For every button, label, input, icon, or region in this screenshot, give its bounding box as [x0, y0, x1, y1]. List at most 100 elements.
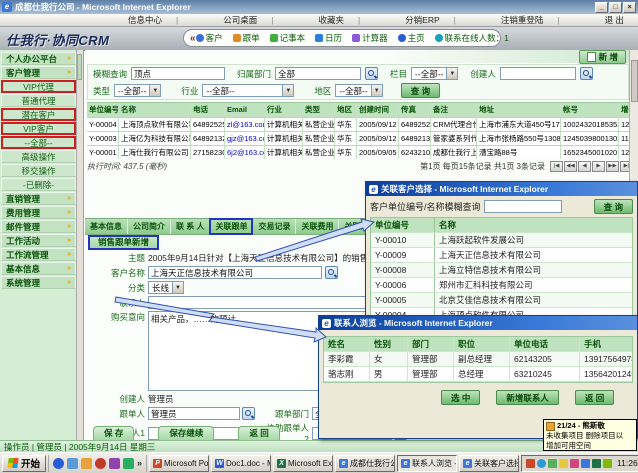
table-row[interactable]: Y-00001 上海仕我行有限公司 27158230 6j2@163.com 计…: [87, 146, 633, 159]
menu-item[interactable]: 注销重登陆 |: [501, 14, 560, 26]
sidebar-item[interactable]: 直销管理 »: [1, 192, 76, 205]
taskbar-window-button[interactable]: X Microsoft Excel...: [273, 455, 333, 472]
dept-magnifier-icon[interactable]: [365, 67, 378, 80]
taskbar-window-button[interactable]: P Microsoft Powe...: [149, 455, 209, 472]
menu-item-label[interactable]: 退 出: [605, 14, 624, 26]
toolbar-item[interactable]: 记事本: [270, 32, 306, 44]
toolbar-item[interactable]: 联系: [435, 32, 462, 44]
search-button[interactable]: 查 询: [401, 83, 440, 98]
quick-launch-more-icon[interactable]: »: [137, 458, 142, 468]
type-select[interactable]: --全部-- ▼: [114, 84, 161, 97]
contact-row[interactable]: 骆志刚 男 管理部 总经理 63210245 13564201245: [324, 367, 632, 382]
add-contact-button[interactable]: 新增联系人: [496, 390, 559, 405]
taskbar-window-button[interactable]: e 关联客户选择...: [459, 455, 519, 472]
detail-tab[interactable]: 基本信息: [85, 219, 128, 234]
tracker-magnifier-icon[interactable]: [242, 407, 255, 420]
tray-icon[interactable]: [559, 459, 568, 468]
detail-tab[interactable]: 关联跟单: [210, 219, 253, 234]
table-header-cell[interactable]: 电话: [191, 103, 225, 117]
creator-input[interactable]: [500, 67, 576, 80]
sidebar-item[interactable]: 系统管理 »: [1, 276, 76, 289]
customer-row[interactable]: Y-00009 上海天正信息技术有限公司: [371, 248, 632, 263]
quick-launch-icon[interactable]: [53, 458, 64, 469]
email-link[interactable]: gjz@163.com: [225, 132, 265, 145]
minimize-button[interactable]: _: [595, 2, 608, 13]
column-select[interactable]: --全部-- ▼: [411, 67, 458, 80]
sidebar-item[interactable]: 费用管理 »: [1, 206, 76, 219]
dept-input[interactable]: [275, 67, 361, 80]
popup-query-input[interactable]: [484, 200, 562, 213]
tray-icon[interactable]: [537, 459, 546, 468]
sidebar-item[interactable]: 基本信息 »: [1, 262, 76, 275]
sidebar-item[interactable]: 移交操作 »: [1, 164, 76, 177]
taskbar-window-button[interactable]: W Doc1.doc - Micr...: [211, 455, 271, 472]
customer-input[interactable]: [148, 266, 322, 279]
popup-search-button[interactable]: 查 询: [594, 199, 633, 214]
sidebar-item[interactable]: --全部-- »: [1, 136, 76, 149]
sidebar-item[interactable]: 工作流管理 »: [1, 248, 76, 261]
toolbar-item[interactable]: 日历: [315, 32, 342, 44]
detail-tab[interactable]: 公司简介: [128, 219, 171, 234]
sidebar-item[interactable]: 邮件管理 »: [1, 220, 76, 233]
contact-input[interactable]: [148, 296, 370, 309]
toolbar-item[interactable]: 跟单: [233, 32, 260, 44]
table-header-cell[interactable]: 单位编号: [87, 103, 119, 117]
quick-launch-icon[interactable]: [123, 458, 134, 469]
tray-icon[interactable]: [603, 459, 612, 468]
sidebar-item[interactable]: -已删除- »: [1, 178, 76, 191]
customer-row[interactable]: Y-00008 上海立特信息技术有限公司: [371, 263, 632, 278]
sidebar-item[interactable]: 个人办公平台 »: [1, 52, 76, 65]
menu-item-label[interactable]: 注销重登陆: [501, 14, 544, 26]
tray-icon[interactable]: [526, 459, 535, 468]
customer-row[interactable]: Y-00006 郑州市汇科科技有限公司: [371, 278, 632, 293]
tray-icon[interactable]: [592, 459, 601, 468]
customer-row[interactable]: Y-00010 上海跃起软件发展公司: [371, 233, 632, 248]
menu-item-label[interactable]: 信息中心: [128, 14, 162, 26]
menu-item-label[interactable]: 收藏夹: [318, 14, 344, 26]
customer-row[interactable]: Y-00005 北京艾佳信息技术有限公司: [371, 293, 632, 308]
return-button[interactable]: 返 回: [575, 390, 614, 405]
pager-nav-icon[interactable]: ◀◀: [564, 161, 577, 172]
pager-nav-icon[interactable]: ▶▶: [606, 161, 619, 172]
sidebar-item[interactable]: 客户管理 »: [1, 66, 76, 79]
taskbar-window-button[interactable]: e 联系人浏览 -...: [397, 455, 457, 472]
save-continue-button[interactable]: 保存继续: [158, 426, 214, 440]
quick-launch-icon[interactable]: [109, 458, 120, 469]
table-header-cell[interactable]: 名称: [119, 103, 191, 117]
industry-select[interactable]: --全部-- ▼: [202, 84, 294, 97]
table-header-cell[interactable]: 行业: [265, 103, 303, 117]
category-select[interactable]: 长线 ▼: [148, 281, 184, 294]
sidebar-item[interactable]: VIP客户 »: [1, 122, 76, 135]
contact-row[interactable]: 李彩霞 女 管理部 副总经理 62143205 13917564978: [324, 352, 632, 367]
menu-item[interactable]: 信息中心 |: [128, 14, 178, 26]
sidebar-item[interactable]: 潜在客户 »: [1, 108, 76, 121]
menu-item[interactable]: 公司桌面 |: [223, 14, 273, 26]
detail-tab[interactable]: 联 系 人: [171, 219, 210, 234]
close-button[interactable]: ×: [623, 2, 636, 13]
tray-icon[interactable]: [548, 459, 557, 468]
tracker-input[interactable]: [148, 407, 240, 420]
pager-nav-icon[interactable]: ◀: [578, 161, 591, 172]
sidebar-item[interactable]: 工作活动 »: [1, 234, 76, 247]
popup-title-bar[interactable]: e 联系人浏览 - Microsoft Internet Explorer: [319, 316, 637, 330]
pager-nav-icon[interactable]: ▶: [592, 161, 605, 172]
table-row[interactable]: Y-00004 上海顶点软件有限公司 64892525 zl@163.com 计…: [87, 118, 633, 132]
maximize-button[interactable]: □: [609, 2, 622, 13]
email-link[interactable]: zl@163.com: [225, 118, 265, 131]
menu-item[interactable]: 收藏夹 |: [318, 14, 360, 26]
popup-title-bar[interactable]: e 关联客户选择 - Microsoft Internet Explorer: [366, 182, 637, 196]
table-header-cell[interactable]: 类型: [303, 103, 335, 117]
sidebar-scrollbar[interactable]: [76, 50, 83, 440]
main-scroll-thumb[interactable]: [631, 60, 638, 102]
start-button[interactable]: 开始: [2, 455, 46, 472]
email-link[interactable]: 6j2@163.com: [225, 146, 265, 159]
menu-item-label[interactable]: 分销ERP: [405, 14, 439, 26]
sidebar-item[interactable]: 高级操作 »: [1, 150, 76, 163]
table-header-cell[interactable]: 地址: [477, 103, 561, 117]
detail-tab[interactable]: 交易记录: [253, 219, 296, 234]
menu-item[interactable]: 分销ERP |: [405, 14, 456, 26]
detail-tab[interactable]: 关联费用: [296, 219, 339, 234]
select-button[interactable]: 选 中: [441, 390, 480, 405]
toolbar-item[interactable]: 客户: [196, 32, 223, 44]
sidebar-item[interactable]: VIP代理 »: [1, 80, 76, 93]
